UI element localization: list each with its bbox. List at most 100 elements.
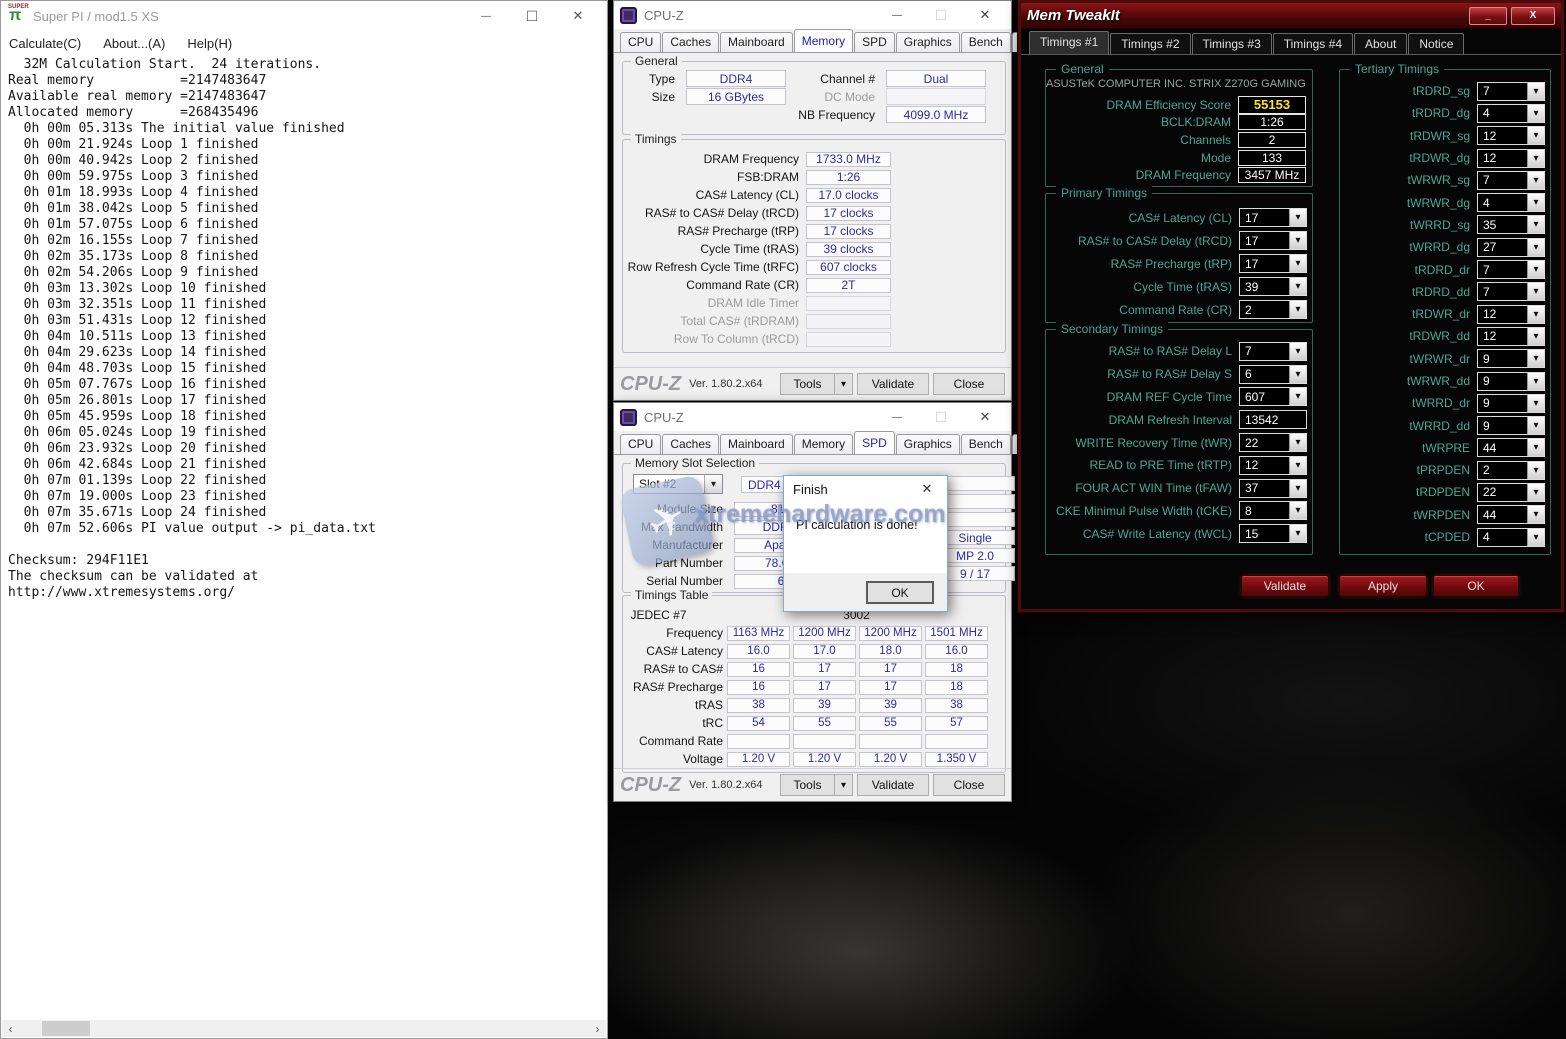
chevron-down-icon[interactable] [1527,395,1544,412]
tab[interactable]: About [1354,33,1407,54]
validate-button[interactable]: Validate [1241,575,1329,597]
timing-dropdown[interactable]: 6 [1239,365,1307,384]
menu-item[interactable]: Help(H) [187,36,232,51]
timing-dropdown[interactable]: 39 [1239,277,1307,296]
timing-dropdown[interactable]: 8 [1239,501,1307,520]
chevron-down-icon[interactable] [1289,366,1306,383]
minimize-icon[interactable] [877,405,917,429]
tab[interactable]: Graphics [896,434,960,454]
chevron-down-icon[interactable] [1527,127,1544,144]
timing-dropdown[interactable]: 4 [1477,193,1545,212]
tab[interactable]: Timings #1 [1029,31,1109,54]
chevron-down-icon[interactable] [1527,150,1544,167]
minimize-icon[interactable] [877,3,917,27]
scroll-right-icon[interactable] [589,1020,606,1037]
chevron-down-icon[interactable] [1289,343,1306,360]
validate-button[interactable]: Validate [857,774,929,796]
timing-dropdown[interactable]: 12 [1477,149,1545,168]
close-button[interactable]: Close [933,373,1005,395]
timing-dropdown[interactable]: 44 [1477,505,1545,524]
tab[interactable]: Graphics [896,32,960,52]
tab[interactable]: Bench [961,434,1011,454]
close-icon[interactable] [965,3,1005,27]
tab[interactable]: Memory [794,434,853,454]
timing-dropdown[interactable]: 7 [1477,82,1545,101]
chevron-down-icon[interactable] [1289,232,1306,249]
timing-dropdown[interactable]: 9 [1477,416,1545,435]
timing-dropdown[interactable]: 7 [1477,260,1545,279]
tab[interactable]: Memory [794,29,853,52]
timing-dropdown[interactable]: 4 [1477,528,1545,547]
chevron-down-icon[interactable] [1527,506,1544,523]
timing-dropdown[interactable]: 22 [1239,433,1307,452]
scrollbar-thumb[interactable] [42,1021,90,1036]
minimize-icon[interactable] [463,3,509,29]
chevron-down-icon[interactable] [1527,105,1544,122]
tab[interactable]: Bench [961,32,1011,52]
ok-button[interactable]: OK [1433,575,1519,597]
timing-dropdown[interactable]: 2 [1477,461,1545,480]
tools-dropdown-icon[interactable] [834,373,853,395]
chevron-down-icon[interactable] [1527,529,1544,546]
validate-button[interactable]: Validate [857,373,929,395]
tab[interactable]: Mainboard [720,32,793,52]
timing-dropdown[interactable]: 607 [1239,387,1307,406]
chevron-down-icon[interactable] [1527,484,1544,501]
horizontal-scrollbar[interactable] [2,1020,606,1037]
timing-dropdown[interactable]: 12 [1239,456,1307,475]
apply-button[interactable]: Apply [1339,575,1427,597]
slot-select[interactable]: Slot #2 [633,474,723,494]
timing-dropdown[interactable]: 12 [1477,305,1545,324]
timing-dropdown[interactable]: 35 [1477,215,1545,234]
timing-dropdown[interactable]: 12 [1477,327,1545,346]
chevron-down-icon[interactable] [1527,194,1544,211]
timing-dropdown[interactable]: 7 [1239,342,1307,361]
scroll-left-icon[interactable] [2,1020,19,1037]
chevron-down-icon[interactable] [1527,373,1544,390]
chevron-down-icon[interactable] [1527,417,1544,434]
chevron-down-icon[interactable] [1527,328,1544,345]
timing-dropdown[interactable]: 4 [1477,104,1545,123]
chevron-down-icon[interactable] [1527,83,1544,100]
chevron-down-icon[interactable] [1289,457,1306,474]
chevron-down-icon[interactable] [1289,502,1306,519]
chevron-down-icon[interactable] [1527,261,1544,278]
timing-dropdown[interactable]: 7 [1477,282,1545,301]
tab[interactable]: Caches [662,32,719,52]
tab[interactable]: CPU [620,32,661,52]
timing-dropdown[interactable]: 27 [1477,238,1545,257]
close-icon[interactable]: X [1511,7,1555,25]
tools-button[interactable]: Tools [780,373,834,395]
chevron-down-icon[interactable] [1527,306,1544,323]
chevron-down-icon[interactable] [1527,350,1544,367]
chevron-down-icon[interactable] [1289,209,1306,226]
chevron-down-icon[interactable] [1527,172,1544,189]
menu-item[interactable]: Calculate(C) [9,36,81,51]
maximize-icon[interactable] [509,3,555,29]
tab[interactable]: SPD [854,431,895,454]
timing-dropdown[interactable]: 7 [1477,171,1545,190]
chevron-down-icon[interactable] [704,475,722,493]
timing-dropdown[interactable]: 17 [1239,208,1307,227]
chevron-down-icon[interactable] [1289,255,1306,272]
chevron-down-icon[interactable] [1527,239,1544,256]
minimize-icon[interactable]: _ [1469,7,1507,25]
chevron-down-icon[interactable] [1289,278,1306,295]
tab[interactable]: SPD [854,32,895,52]
chevron-down-icon[interactable] [1289,301,1306,318]
timing-dropdown[interactable]: 22 [1477,483,1545,502]
chevron-down-icon[interactable] [1527,462,1544,479]
close-icon[interactable] [916,481,938,497]
close-button[interactable]: Close [933,774,1005,796]
close-icon[interactable] [965,405,1005,429]
tab[interactable]: Caches [662,434,719,454]
chevron-down-icon[interactable] [1289,480,1306,497]
timing-dropdown[interactable]: 17 [1239,231,1307,250]
tab[interactable]: CPU [620,434,661,454]
tab[interactable]: Timings #4 [1273,33,1353,54]
menu-item[interactable]: About...(A) [103,36,165,51]
tools-button[interactable]: Tools [780,774,834,796]
timing-dropdown[interactable]: 9 [1477,349,1545,368]
tab[interactable]: Notice [1408,33,1464,54]
timing-dropdown[interactable]: 12 [1477,126,1545,145]
